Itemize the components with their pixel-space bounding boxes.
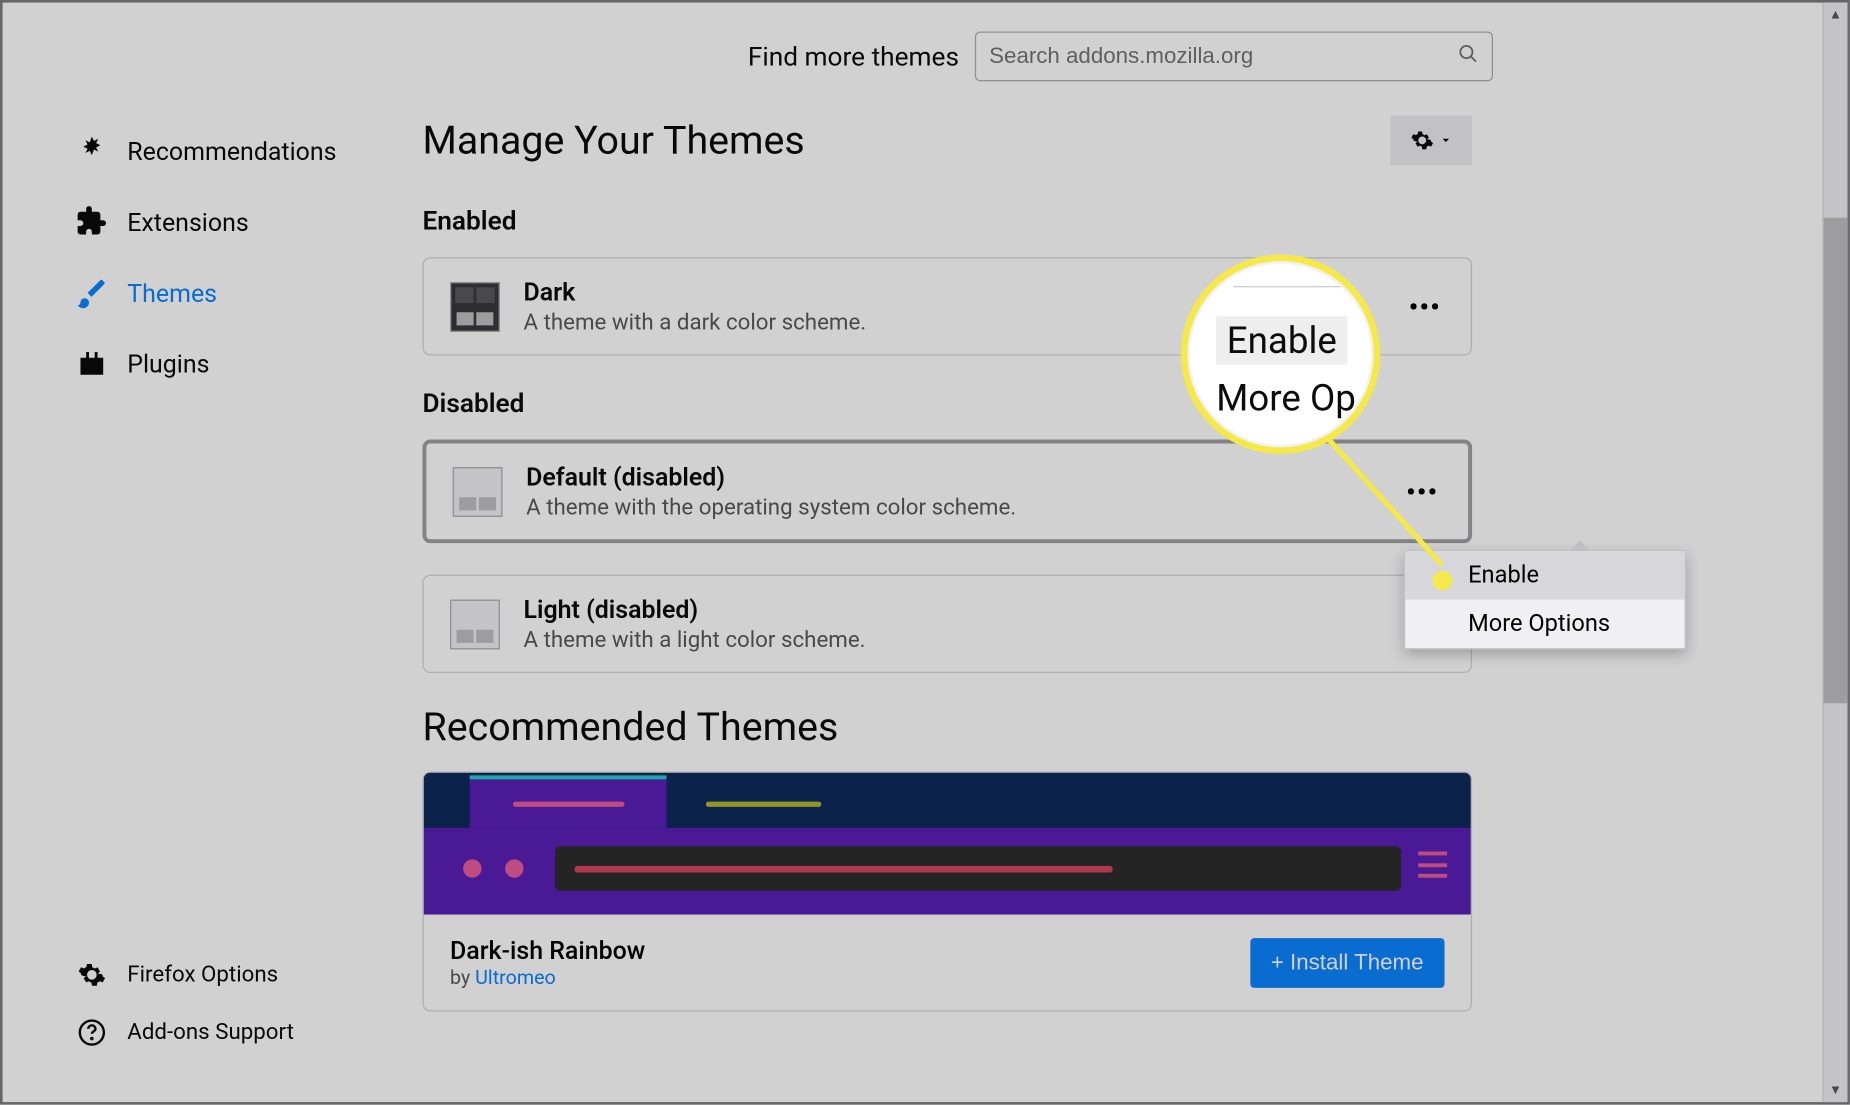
puzzle-icon [75,205,109,239]
magnifier-enable-text: Enable [1216,316,1347,365]
callout-dot [1433,571,1453,591]
dropdown-more-options[interactable]: More Options [1405,600,1684,649]
scroll-down-arrow[interactable]: ▼ [1824,1078,1848,1102]
theme-preview [424,773,1471,915]
chevron-down-icon [1439,134,1452,147]
hamburger-icon [1418,851,1447,877]
author-link[interactable]: Ultromeo [475,966,556,990]
sidebar-label: Themes [127,277,217,307]
section-enabled: Enabled [422,205,1847,236]
section-disabled: Disabled [422,387,1847,418]
more-button[interactable]: ••• [1403,476,1442,507]
sidebar-label: Extensions [127,207,248,237]
theme-actions-dropdown: Enable More Options [1404,550,1686,650]
sidebar-item-themes[interactable]: Themes [75,276,396,310]
theme-name: Light (disabled) [523,594,1381,624]
sidebar-label: Firefox Options [127,962,278,988]
search-icon[interactable] [1458,43,1479,69]
theme-thumb-icon [450,599,500,649]
gear-icon [75,958,109,992]
sidebar-item-addons-support[interactable]: Add-ons Support [75,1015,294,1049]
more-button[interactable]: ••• [1405,291,1444,322]
sidebar-label: Add-ons Support [127,1019,294,1045]
plugin-icon [75,346,109,380]
brush-icon [75,276,109,310]
recommended-name: Dark-ish Rainbow [450,935,645,965]
theme-desc: A theme with a light color scheme. [523,627,1381,653]
scrollbar-thumb[interactable] [1824,218,1848,703]
settings-menu-button[interactable] [1391,115,1472,165]
vertical-scrollbar[interactable]: ▲ ▼ [1822,3,1847,1102]
recommended-author-line: by Ultromeo [450,966,645,990]
page-title: Manage Your Themes [422,117,804,163]
scroll-up-arrow[interactable]: ▲ [1824,3,1848,27]
recommended-title: Recommended Themes [422,705,1847,751]
search-input[interactable] [989,43,1457,69]
gear-icon [1410,129,1434,153]
sidebar-item-extensions[interactable]: Extensions [75,205,396,239]
sidebar-item-firefox-options[interactable]: Firefox Options [75,958,294,992]
theme-name: Default (disabled) [526,462,1379,492]
sidebar-label: Recommendations [127,136,336,166]
theme-thumb-icon [450,281,500,331]
recommended-card: Dark-ish Rainbow by Ultromeo + Install T… [422,771,1472,1011]
star-icon [75,134,109,168]
search-box[interactable] [975,31,1493,81]
install-theme-button[interactable]: + Install Theme [1250,937,1445,987]
sidebar-item-recommendations[interactable]: Recommendations [75,134,396,168]
sidebar-label: Plugins [127,348,209,378]
help-icon [75,1015,109,1049]
magnifier-callout: Enable More Op [1181,255,1380,454]
theme-card-light: Light (disabled) A theme with a light co… [422,575,1472,673]
magnifier-more-text: More Op [1216,377,1356,420]
theme-thumb-icon [453,466,503,516]
search-label: Find more themes [748,41,959,72]
theme-desc: A theme with the operating system color … [526,495,1379,521]
sidebar-item-plugins[interactable]: Plugins [75,346,396,380]
theme-card-default: Default (disabled) A theme with the oper… [422,440,1472,544]
